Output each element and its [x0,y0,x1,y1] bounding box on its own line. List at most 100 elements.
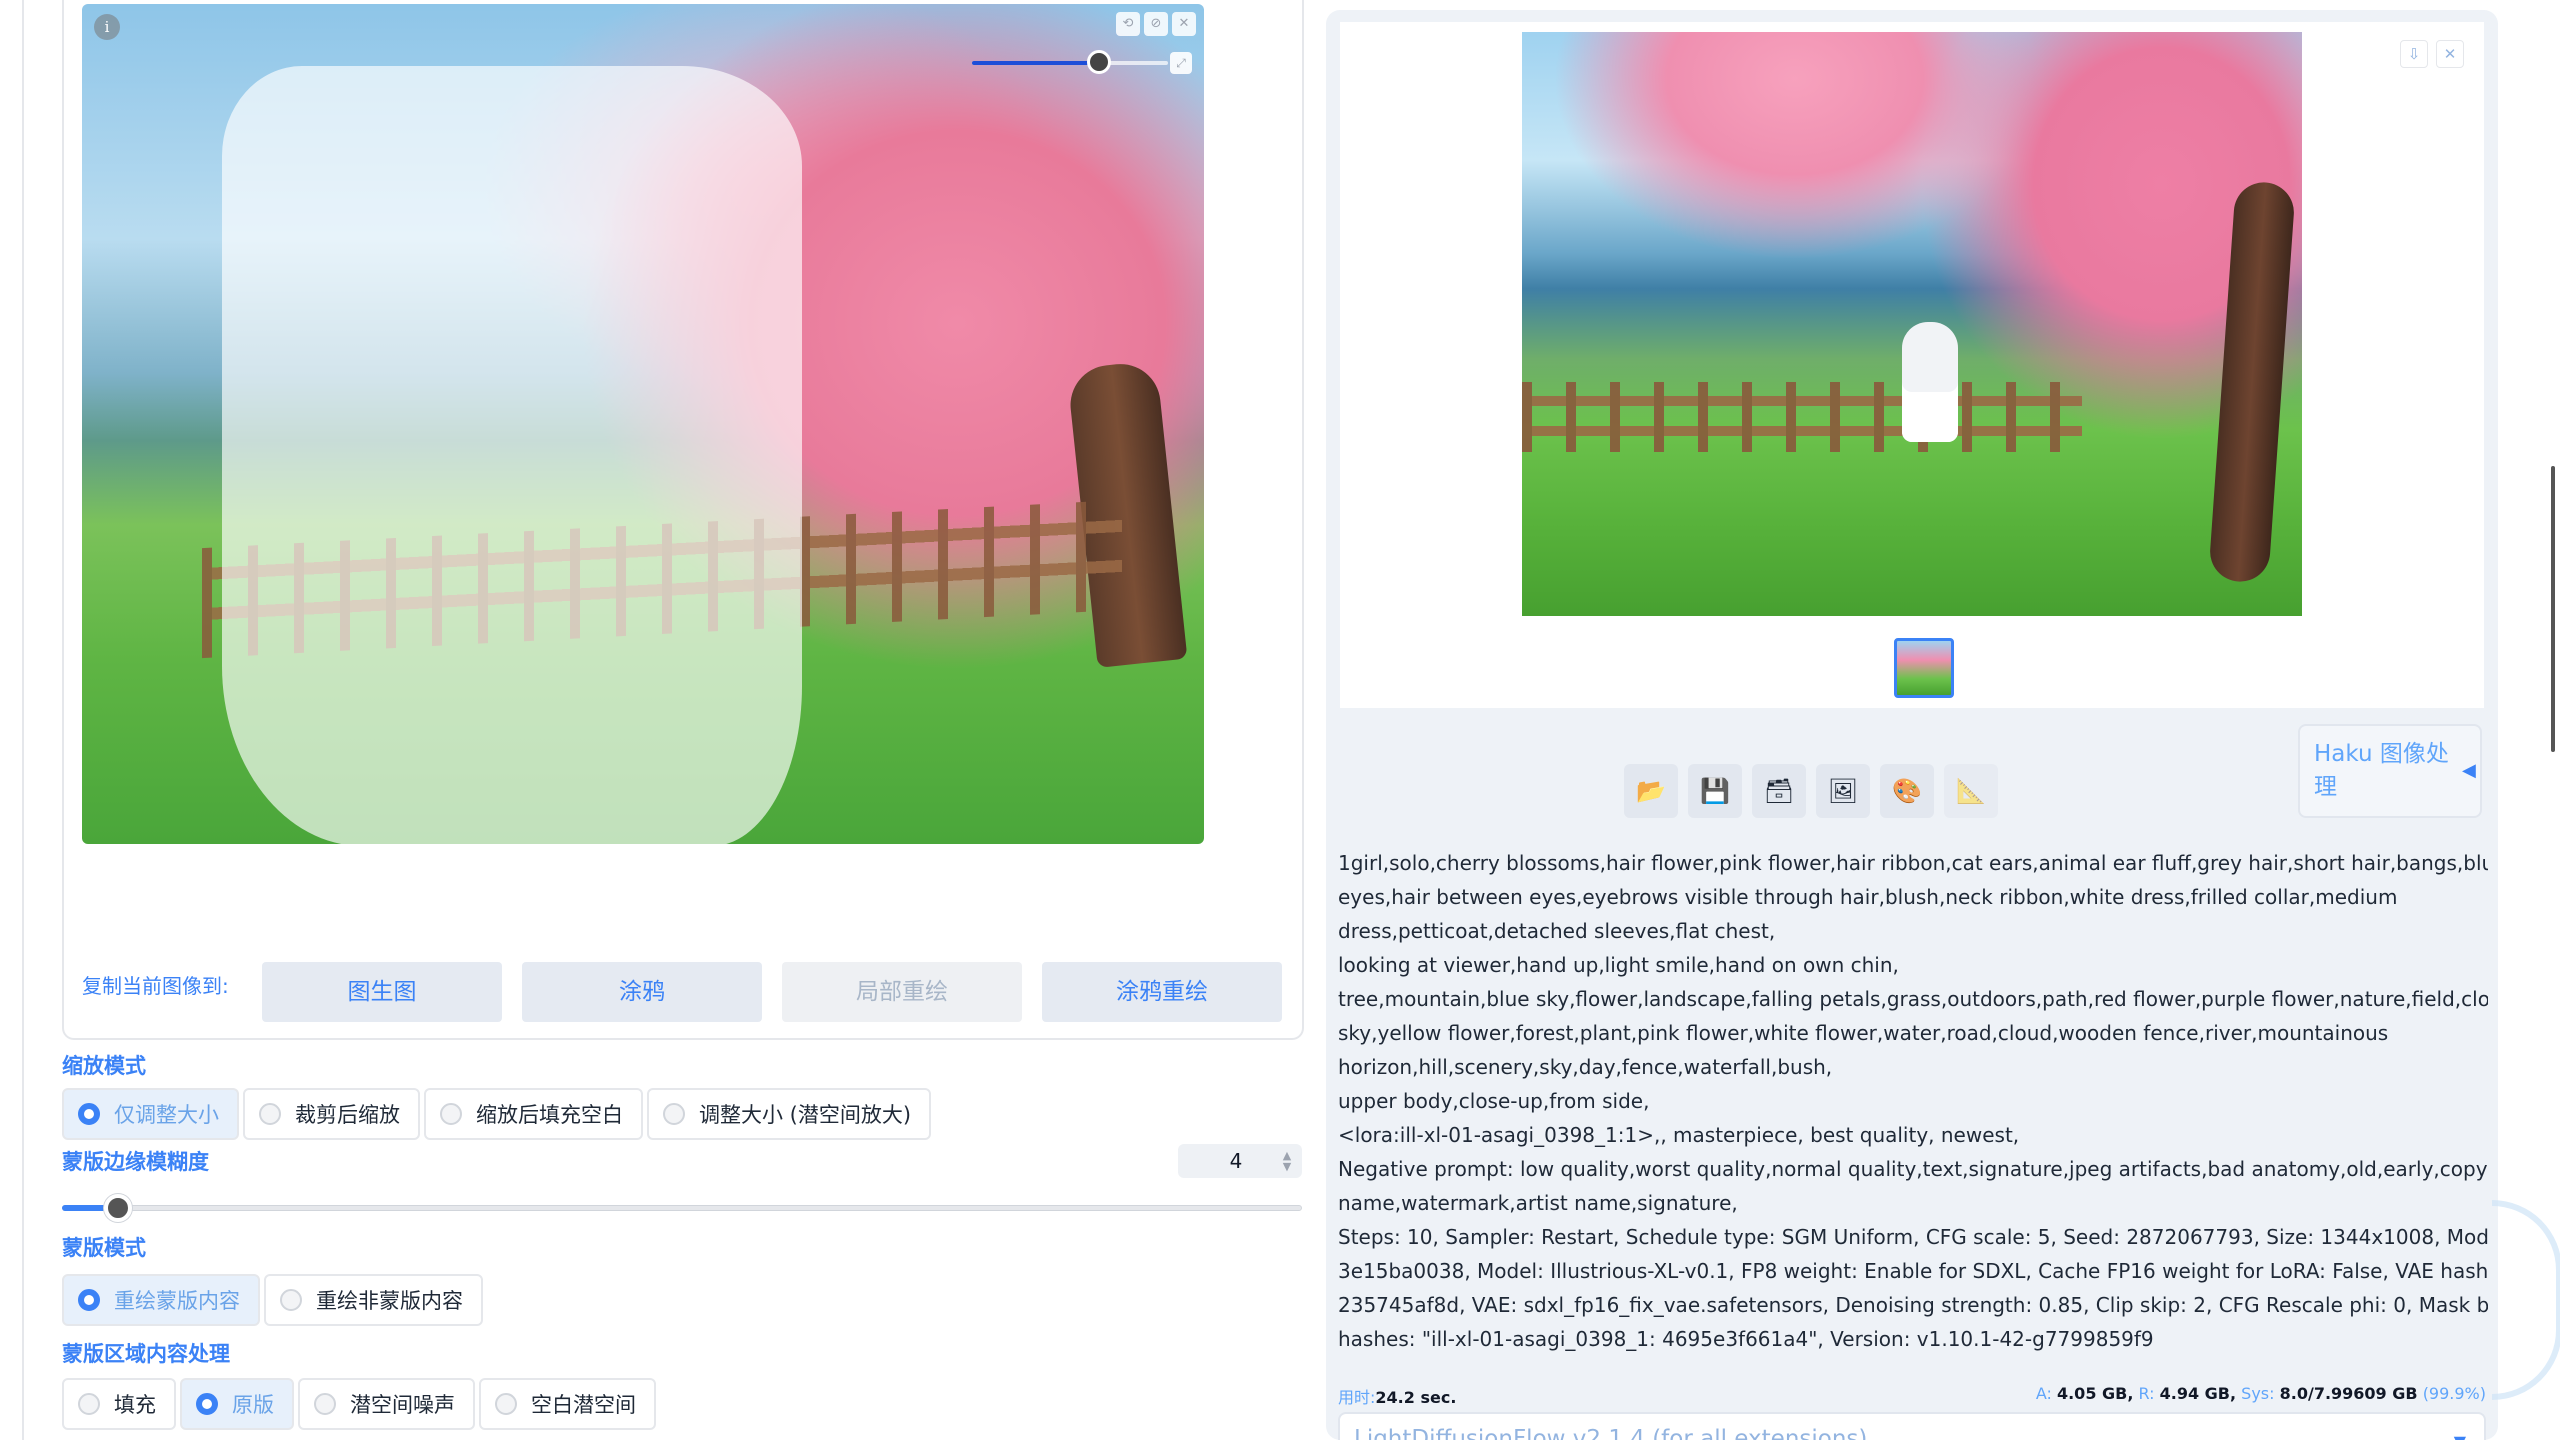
vram-a-value: 4.05 GB, [2056,1384,2134,1403]
send-to-inpaint-icon-button[interactable]: 🎨 [1880,764,1934,818]
character [1902,322,1958,442]
info-line: 1girl,solo,cherry blossoms,hair flower,p… [1338,851,2488,875]
info-icon[interactable]: i [94,14,120,40]
option-label: 缩放后填充空白 [476,1103,623,1127]
close-icon[interactable]: ✕ [1172,12,1196,36]
option-label: 仅调整大小 [114,1103,219,1127]
send-to-img2img-button[interactable]: 图生图 [262,962,502,1022]
radio-icon [259,1103,281,1125]
brush-slider-fill [972,61,1100,65]
info-line: name,watermark,artist name,signature, [1338,1191,1738,1215]
masked-content-title: 蒙版区域内容处理 [62,1342,230,1366]
radio-icon [663,1103,685,1125]
vram-sys-label: Sys: [2241,1384,2275,1403]
resize-mode-title: 缩放模式 [62,1054,146,1078]
webui-page: i ⟲ ⊘ ✕ ⤢ 复制当前图像到: 图生图 涂鸦 局部重绘 涂鸦重绘 缩放模式 [0,0,2560,1440]
mask-mode-title: 蒙版模式 [62,1236,146,1260]
option-label: 填充 [114,1393,156,1417]
result-image[interactable] [1522,32,2302,616]
mask-mode-group: 重绘蒙版内容 重绘非蒙版内容 [62,1274,483,1326]
info-line: looking at viewer,hand up,light smile,ha… [1338,953,1899,977]
time-label: 用时: [1338,1388,1376,1407]
vram-r-label: R: [2138,1384,2155,1403]
option-label: 裁剪后缩放 [295,1103,400,1127]
output-gallery: ⇩ ✕ [1340,22,2484,708]
gallery-toolbar: ⇩ ✕ [2400,40,2464,68]
fence [1522,382,2082,452]
vram-a-label: A: [2035,1384,2052,1403]
haku-image-accordion[interactable]: Haku 图像处理 ◀ [2298,724,2482,818]
radio-icon [280,1289,302,1311]
resize-mode-option[interactable]: 裁剪后缩放 [243,1088,420,1140]
radio-icon [196,1393,218,1415]
resize-mode-option[interactable]: 仅调整大小 [62,1088,239,1140]
radio-icon [495,1393,517,1415]
option-label: 重绘蒙版内容 [114,1289,240,1313]
mask-blur-value[interactable]: 4 [1178,1149,1272,1173]
info-line: hashes: "ill-xl-01-asagi_0398_1: 4695e3f… [1338,1327,2154,1351]
clear-icon[interactable]: ⊘ [1144,12,1168,36]
send-to-sketch-button[interactable]: 涂鸦 [522,962,762,1022]
send-to-inpaint-button[interactable]: 局部重绘 [782,962,1022,1022]
option-label: 原版 [232,1393,274,1417]
time-stat: 用时:24.2 sec. [1338,1384,1456,1408]
output-column: ⇩ ✕ 📂 💾 🗃 🖼 🎨 📐 Haku 图像处理 ◀ 1girl,solo,c… [1326,10,2498,1440]
brush-resize-icon[interactable]: ⤢ [1170,52,1192,74]
copy-to-label: 复制当前图像到: [82,974,229,998]
info-line: eyes,hair between eyes,eyebrows visible … [1338,885,2398,909]
info-line: 235745af8d, VAE: sdxl_fp16_fix_vae.safet… [1338,1293,2488,1317]
info-line: tree,mountain,blue sky,flower,landscape,… [1338,987,2488,1011]
result-thumbnail[interactable] [1894,638,1954,698]
radio-icon [78,1289,100,1311]
inpaint-column: i ⟲ ⊘ ✕ ⤢ 复制当前图像到: 图生图 涂鸦 局部重绘 涂鸦重绘 缩放模式 [0,0,1310,1440]
vram-sys-value: 8.0/7.99609 GB [2279,1384,2418,1403]
info-line: horizon,hill,scenery,sky,day,fence,water… [1338,1055,1833,1079]
brush-size-slider[interactable] [972,50,1168,74]
chevron-down-icon[interactable]: ▼ [2454,1432,2466,1440]
time-value: 24.2 sec. [1375,1388,1457,1407]
download-icon[interactable]: ⇩ [2400,40,2428,68]
output-tool-row: 📂 💾 🗃 🖼 🎨 📐 [1624,764,1998,818]
generation-info: 1girl,solo,cherry blossoms,hair flower,p… [1338,846,2488,1356]
collapse-arrow-icon[interactable]: ◀ [2462,760,2476,781]
lightdiffusionflow-accordion[interactable]: LightDiffusionFlow v2.1.4 (for all exten… [1338,1412,2486,1440]
mask-mode-option[interactable]: 重绘蒙版内容 [62,1274,260,1326]
send-to-inpaint-sketch-button[interactable]: 涂鸦重绘 [1042,962,1282,1022]
option-label: 潜空间噪声 [350,1393,455,1417]
radio-icon [314,1393,336,1415]
mask-mode-option[interactable]: 重绘非蒙版内容 [264,1274,483,1326]
mask-blur-number-input[interactable]: 4 ▲ ▼ [1178,1144,1302,1178]
open-folder-button[interactable]: 📂 [1624,764,1678,818]
scrollbar-thumb[interactable] [2551,466,2555,752]
resize-mode-option[interactable]: 缩放后填充空白 [424,1088,643,1140]
blur-slider-thumb[interactable] [103,1194,132,1222]
radio-icon [440,1103,462,1125]
undo-icon[interactable]: ⟲ [1116,12,1140,36]
inpaint-canvas[interactable] [82,4,1204,844]
masked-content-option[interactable]: 原版 [180,1378,294,1430]
masked-content-option[interactable]: 潜空间噪声 [298,1378,475,1430]
save-button[interactable]: 💾 [1688,764,1742,818]
blur-slider-track [62,1205,1302,1211]
vram-r-value: 4.94 GB, [2159,1384,2237,1403]
masked-content-option[interactable]: 空白潜空间 [479,1378,656,1430]
vram-stat: A: 4.05 GB, R: 4.94 GB, Sys: 8.0/7.99609… [2036,1384,2486,1403]
send-to-img2img-icon-button[interactable]: 🖼 [1816,764,1870,818]
vram-percent: (99.9%) [2422,1384,2486,1403]
spinner-icon[interactable]: ▲ ▼ [1272,1150,1302,1172]
flow-label: LightDiffusionFlow v2.1.4 (for all exten… [1354,1426,1868,1440]
send-to-extras-button[interactable]: 📐 [1944,764,1998,818]
info-line: dress,petticoat,detached sleeves,flat ch… [1338,919,1776,943]
perf-stats: 用时:24.2 sec. A: 4.05 GB, R: 4.94 GB, Sys… [1338,1384,2486,1408]
zip-button[interactable]: 🗃 [1752,764,1806,818]
info-line: upper body,close-up,from side, [1338,1089,1650,1113]
close-icon[interactable]: ✕ [2436,40,2464,68]
canvas-toolbar: ⟲ ⊘ ✕ [1116,12,1196,38]
option-label: 调整大小 (潜空间放大) [699,1103,912,1127]
masked-content-option[interactable]: 填充 [62,1378,176,1430]
mask-blur-slider[interactable] [62,1194,1302,1222]
masked-content-group: 填充 原版 潜空间噪声 空白潜空间 [62,1378,656,1430]
inpaint-panel: i ⟲ ⊘ ✕ ⤢ 复制当前图像到: 图生图 涂鸦 局部重绘 涂鸦重绘 [62,0,1304,1040]
info-line: 3e15ba0038, Model: Illustrious-XL-v0.1, … [1338,1259,2488,1283]
resize-mode-option[interactable]: 调整大小 (潜空间放大) [647,1088,932,1140]
